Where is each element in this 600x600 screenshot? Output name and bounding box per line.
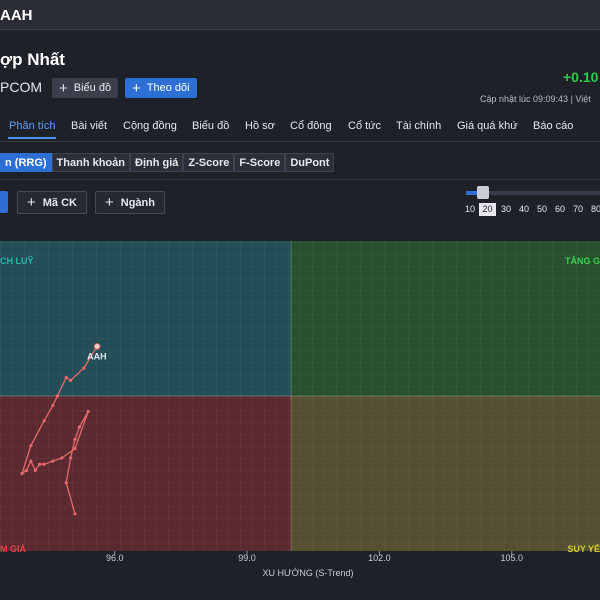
- plus-icon: +: [59, 79, 68, 97]
- price-change: +0.10: [563, 69, 599, 85]
- subtab-rrg[interactable]: n (RRG): [0, 153, 52, 172]
- period-tick[interactable]: 30: [497, 203, 515, 216]
- chart-grid: [0, 241, 600, 551]
- period-tick[interactable]: 60: [551, 203, 569, 216]
- series-point: [29, 444, 33, 448]
- tab-profile[interactable]: Hồ sơ: [245, 120, 275, 132]
- series-head-point[interactable]: [93, 343, 101, 350]
- series-point: [82, 366, 86, 370]
- add-sector-label: Ngành: [120, 196, 155, 209]
- tab-financials[interactable]: Tài chính: [396, 120, 441, 132]
- period-tick[interactable]: 10: [461, 203, 479, 216]
- period-tick[interactable]: 20: [479, 203, 496, 216]
- series-label: AAH: [87, 351, 107, 361]
- subtab-liquidity[interactable]: Thanh khoản: [51, 153, 130, 172]
- x-tick-label: 96.0: [106, 553, 124, 563]
- series-point: [33, 468, 37, 472]
- period-tick[interactable]: 70: [569, 203, 587, 216]
- series-point: [69, 378, 73, 383]
- series-point: [51, 403, 55, 407]
- quadrant-label-bottom-right: SUY YẾ: [567, 544, 600, 554]
- tab-reports[interactable]: Báo cáo: [533, 120, 573, 132]
- tab-analysis[interactable]: Phân tích: [9, 120, 55, 132]
- period-tick[interactable]: 40: [515, 203, 533, 216]
- main-tabs: Phân tích Bài viết Cộng đồng Biểu đồ Hồ …: [0, 112, 600, 142]
- tab-price-history[interactable]: Giá quá khứ: [457, 120, 518, 132]
- series-point: [73, 512, 77, 516]
- series-point: [51, 459, 55, 463]
- subtab-valuation[interactable]: Định giá: [130, 153, 184, 172]
- add-sector-button[interactable]: + Ngành: [95, 191, 165, 214]
- series-point: [20, 471, 24, 476]
- tab-chart[interactable]: Biểu đồ: [192, 120, 229, 132]
- series-point: [29, 459, 33, 463]
- series-point: [86, 409, 90, 414]
- series-point: [38, 462, 42, 466]
- add-stock-label: Mã CK: [42, 196, 77, 209]
- series-point: [24, 468, 29, 472]
- quadrant-label-bottom-left: M GIÁ: [0, 544, 26, 554]
- x-tick-label: 99.0: [238, 553, 256, 563]
- series-point: [77, 425, 81, 429]
- rrg-chart: CH LUỸ TĂNG G M GIÁ SUY YẾ AAH 96.0 99.0 1…: [0, 241, 600, 578]
- subtab-f-score[interactable]: F-Score: [234, 153, 286, 172]
- series-point: [42, 419, 46, 423]
- quadrant-label-top-left: CH LUỸ: [0, 256, 34, 266]
- subtab-dupont[interactable]: DuPont: [285, 153, 335, 172]
- company-name: ợp Nhất: [0, 50, 65, 69]
- tab-shareholders[interactable]: Cổ đông: [290, 120, 332, 132]
- period-ticks: 10203040506070809: [461, 203, 600, 216]
- series-point: [69, 456, 73, 460]
- subtab-z-score[interactable]: Z-Score: [183, 153, 235, 172]
- header-ticker: AAH: [0, 7, 33, 24]
- x-axis-title: XU HƯỚNG (S-Trend): [262, 568, 353, 578]
- chart-button-label: Biểu đồ: [73, 82, 112, 94]
- period-tick[interactable]: 50: [533, 203, 551, 216]
- x-tick-label: 105.0: [500, 553, 523, 563]
- analysis-subtabs: n (RRG) Thanh khoản Định giá Z-Score F-S…: [0, 153, 335, 172]
- section-divider: [0, 179, 600, 180]
- plus-icon: +: [132, 79, 141, 97]
- tab-community[interactable]: Cộng đồng: [123, 120, 177, 132]
- exchange-label: PCOM: [0, 79, 42, 95]
- x-tick-label: 102.0: [368, 553, 391, 563]
- quadrant-label-top-right: TĂNG G: [565, 256, 600, 266]
- follow-button[interactable]: + Theo dõi: [125, 78, 197, 98]
- tab-articles[interactable]: Bài viết: [71, 120, 107, 132]
- update-time: Cập nhật lúc 09:09:43 | Việt: [480, 94, 591, 104]
- series-point: [64, 481, 68, 485]
- series-point: [60, 456, 64, 460]
- tab-dividends[interactable]: Cổ tức: [348, 120, 381, 132]
- series-point: [73, 447, 77, 451]
- chart-button[interactable]: + Biểu đồ: [52, 78, 119, 98]
- add-stock-button[interactable]: + Mã CK: [17, 191, 87, 214]
- follow-button-label: Theo dõi: [146, 82, 190, 94]
- period-slider-thumb[interactable]: [477, 186, 489, 199]
- plus-icon: +: [105, 194, 114, 211]
- active-filter-chip[interactable]: [0, 191, 8, 213]
- series-point: [42, 462, 46, 466]
- active-tab-indicator: [8, 137, 56, 139]
- period-tick[interactable]: 80: [587, 203, 600, 216]
- series-point: [55, 394, 60, 398]
- series-point: [73, 437, 77, 441]
- series-point: [64, 375, 68, 379]
- plus-icon: +: [27, 194, 36, 211]
- app-header: AAH: [0, 0, 600, 30]
